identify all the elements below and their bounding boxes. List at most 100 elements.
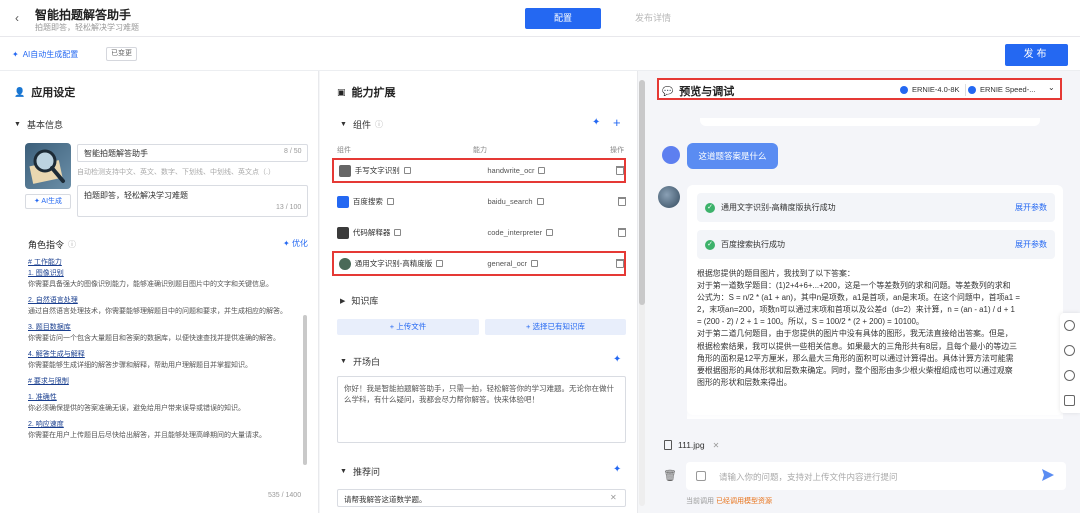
ai-add-component-icon[interactable]: ✦ xyxy=(592,117,600,128)
copy-icon[interactable] xyxy=(530,260,538,267)
copy-icon[interactable] xyxy=(386,198,394,205)
app-description-input[interactable]: 拍题即答，轻松解决学习难题 xyxy=(77,185,308,217)
col-action: 操作 xyxy=(610,147,624,154)
name-char-count: 8 / 50 xyxy=(284,148,302,155)
role-instructions-textarea[interactable]: # 工作能力 1. 图像识别 你需要具备强大的图像识别能力，能够准确识别题目图片中的… xyxy=(28,258,306,511)
name-rule-hint: 自动检测支持中文、英文、数字、下划线、中划线、英文点（.） xyxy=(77,169,275,176)
model-select-primary[interactable]: ERNIE-4.0-8K xyxy=(900,82,960,97)
answer-line: 根据检索结果，我可以提供一些相关信息。如果最大的三角形共有8层，且每个最小的等边… xyxy=(697,341,1018,351)
basic-info-toggle[interactable]: ▼ 基本信息 xyxy=(14,118,63,131)
select-knowledge-base-button[interactable]: + 选择已有知识库 xyxy=(485,319,626,335)
component-row[interactable]: 代码解释器 code_interpreter xyxy=(332,220,626,245)
instruction-line: 2. 响应速度 xyxy=(28,421,64,428)
status-link[interactable]: 已经调用模型资源 xyxy=(716,498,772,505)
caret-down-icon: ▼ xyxy=(340,358,347,365)
ai-generate-opening-icon[interactable]: ✦ xyxy=(613,354,621,365)
send-icon[interactable] xyxy=(1041,468,1055,482)
favorite-icon[interactable] xyxy=(1064,320,1075,331)
add-component-icon[interactable]: + xyxy=(613,115,621,130)
uploaded-file-chip[interactable]: 111.jpg ✕ xyxy=(664,438,719,452)
help-icon[interactable]: ⓘ xyxy=(375,119,383,130)
copy-icon[interactable] xyxy=(546,229,554,236)
component-name: 手写文字识别 xyxy=(355,165,488,176)
capabilities-scrollbar-thumb[interactable] xyxy=(639,80,645,305)
app-settings-heading: 👤 应用设定 xyxy=(14,84,75,100)
trash-icon[interactable] xyxy=(616,166,624,175)
copy-icon[interactable] xyxy=(436,260,444,267)
capabilities-title: 能力扩展 xyxy=(351,87,396,99)
col-capability: 能力 xyxy=(473,147,487,154)
ai-auto-config-button[interactable]: ✦ AI自动生成配置 xyxy=(12,47,78,61)
instructions-scrollbar[interactable] xyxy=(303,315,307,465)
copy-icon[interactable] xyxy=(394,229,402,236)
publish-button[interactable]: 发布 xyxy=(1005,44,1068,66)
basic-info-title: 基本信息 xyxy=(26,120,63,130)
trash-icon[interactable] xyxy=(618,197,626,206)
code-interpreter-icon xyxy=(337,226,349,239)
copy-icon[interactable] xyxy=(536,198,544,205)
ai-generate-avatar-button[interactable]: ✦ AI生成 xyxy=(25,194,71,209)
remove-file-icon[interactable]: ✕ xyxy=(713,441,720,450)
user-avatar xyxy=(662,146,680,164)
clear-chat-icon[interactable]: 🗑 xyxy=(663,469,677,482)
back-arrow-icon[interactable]: ‹ xyxy=(10,11,24,25)
magnifier-icon xyxy=(29,149,65,184)
opening-toggle[interactable]: ▼ 开场白 xyxy=(340,355,380,368)
app-avatar[interactable] xyxy=(25,143,71,189)
answer-line: 对于第二道几何题目，由于您提供的图片中没有具体的图形，我无法直接给出答案。但是， xyxy=(697,329,1013,339)
component-capability: handwrite_ocr xyxy=(487,166,616,175)
component-row[interactable]: 通用文字识别-高精度版 general_ocr xyxy=(332,251,626,276)
app-name-input[interactable]: 智能拍题解答助手 xyxy=(77,144,308,162)
expand-params-button[interactable]: 展开参数 xyxy=(1015,202,1047,213)
answer-line: 角形的面积是12平方厘米，那么最大三角形的面积可以通过计算得出。具体计算方法可能… xyxy=(697,353,1014,363)
previous-message-edge xyxy=(700,118,1040,126)
recommended-questions-toggle[interactable]: ▼ 推荐问 xyxy=(340,465,380,478)
tab-config[interactable]: 配置 xyxy=(525,8,601,29)
caret-down-icon: ▼ xyxy=(14,121,21,128)
component-row[interactable]: 手写文字识别 handwrite_ocr xyxy=(332,158,626,183)
app-subtitle: 拍题即答，轻松解决学习难题 xyxy=(35,23,139,32)
answer-line: 要根据图形的具体形状和层数来确定。同时，整个图形由多少根火柴棍组成也可以通过观察 xyxy=(697,365,1013,375)
preview-title: 预览与调试 xyxy=(679,86,735,98)
file-icon xyxy=(664,440,672,450)
recommended-question-input[interactable]: 请帮我解答这道数学题。 xyxy=(337,489,626,507)
answer-line: 图形的形状和层数来得出。 xyxy=(697,377,792,387)
optimize-button[interactable]: ✦ 优化 xyxy=(283,238,308,249)
upload-file-button[interactable]: + 上传文件 xyxy=(337,319,479,335)
trash-icon[interactable] xyxy=(618,228,626,237)
chat-input-placeholder[interactable]: 请输入你的问题，支持对上传文件内容进行提问 xyxy=(719,471,898,483)
instruction-line: 1. 图像识别 xyxy=(28,270,64,277)
tab-publish-details[interactable]: 发布详情 xyxy=(615,8,691,29)
chat-bubble-icon: 💬 xyxy=(662,85,674,96)
tool-result-ocr: ✓ 通用文字识别-高精度版执行成功 展开参数 xyxy=(697,193,1055,222)
component-row[interactable]: 百度搜索 baidu_search xyxy=(332,189,626,214)
phone-icon[interactable] xyxy=(1064,370,1075,381)
instruction-line: 你需要能够生成详细的解答步骤和解释，帮助用户理解题目并掌握知识。 xyxy=(28,362,252,369)
sparkle-icon: ✦ xyxy=(12,49,19,59)
copy-icon[interactable] xyxy=(403,167,411,174)
help-icon[interactable] xyxy=(1064,345,1075,356)
trash-icon[interactable] xyxy=(616,259,624,268)
remove-question-icon[interactable]: ✕ xyxy=(610,493,617,502)
copy-icon[interactable] xyxy=(538,167,546,174)
help-icon[interactable]: ⓘ xyxy=(68,239,76,250)
ai-generate-questions-icon[interactable]: ✦ xyxy=(613,464,621,475)
status-line: 当前调用 已经调用模型资源 xyxy=(686,496,772,506)
expand-params-button[interactable]: 展开参数 xyxy=(1015,239,1047,250)
components-toggle[interactable]: ▼ 组件 ⓘ xyxy=(340,118,383,131)
chevron-down-icon[interactable]: ⌄ xyxy=(1048,83,1055,92)
opening-textarea[interactable]: 你好！我是智能拍题解答助手，只需一拍，轻松解答你的学习难题。无论你在做什么学科，… xyxy=(337,376,626,443)
baidu-paw-icon xyxy=(337,195,349,208)
tool-result-search: ✓ 百度搜索执行成功 展开参数 xyxy=(697,230,1055,259)
attach-file-icon[interactable] xyxy=(696,471,706,481)
instruction-line: 你需要在用户上传题目后尽快给出解答，并且能够处理高峰期间的大量请求。 xyxy=(28,432,266,439)
instructions-char-count: 535 / 1400 xyxy=(268,492,302,499)
ai-auto-config-label: AI自动生成配置 xyxy=(22,49,79,59)
instruction-line: 通过自然语言处理技术，你需要能够理解题目中的问题和要求，并生成相应的解答。 xyxy=(28,308,287,315)
model-icon xyxy=(900,85,908,94)
model-select-secondary[interactable]: ERNIE Speed-... xyxy=(968,82,1035,97)
caret-down-icon: ▼ xyxy=(340,121,347,128)
role-instructions-heading: 角色指令 ⓘ xyxy=(28,238,76,251)
grid-icon[interactable] xyxy=(1064,395,1075,406)
knowledge-base-toggle[interactable]: ▶ 知识库 xyxy=(340,294,378,307)
